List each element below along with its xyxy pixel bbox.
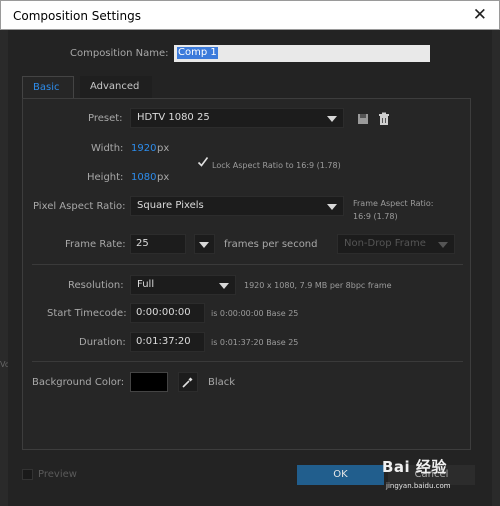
divider [32, 264, 463, 265]
lock-aspect-checkbox[interactable] [197, 156, 209, 168]
eyedropper-button[interactable] [178, 372, 198, 392]
frame-rate-unit: frames per second [224, 239, 318, 250]
preset-value: HDTV 1080 25 [137, 112, 210, 123]
basic-settings-panel [22, 98, 471, 450]
watermark-url: jingyan.baidu.com [386, 482, 451, 490]
start-timecode-info: is 0:00:00:00 Base 25 [211, 309, 299, 318]
resolution-info: 1920 x 1080, 7.9 MB per 8bpc frame [244, 281, 392, 290]
composition-name-input[interactable]: Comp 1 [174, 45, 430, 62]
composition-name-label: Composition Name: [70, 48, 169, 59]
pixel-aspect-value: Square Pixels [137, 200, 204, 211]
trash-icon[interactable] [377, 112, 391, 126]
baidu-watermark: Bai 经验 jingyan.baidu.com [382, 448, 497, 500]
background-window-right [492, 30, 500, 506]
drop-frame-value: Non-Drop Frame [344, 238, 426, 249]
tab-basic[interactable]: Basic [22, 76, 74, 98]
tab-advanced[interactable]: Advanced [80, 76, 152, 98]
preset-dropdown[interactable]: HDTV 1080 25 [130, 108, 344, 128]
background-color-label: Background Color: [32, 377, 125, 388]
divider [32, 361, 463, 362]
resolution-value: Full [137, 279, 155, 290]
background-color-name: Black [208, 377, 236, 388]
pixel-aspect-dropdown[interactable]: Square Pixels [130, 196, 344, 216]
height-unit: px [157, 172, 170, 183]
frame-rate-input[interactable]: 25 [130, 234, 186, 254]
lock-aspect-label: Lock Aspect Ratio to 16:9 (1.78) [212, 161, 341, 170]
height-label: Height: [87, 172, 124, 183]
ok-button[interactable]: OK [297, 465, 384, 485]
resolution-dropdown[interactable]: Full [130, 275, 236, 295]
height-value[interactable]: 1080 [131, 172, 156, 183]
duration-info: is 0:01:37:20 Base 25 [211, 338, 299, 347]
title-bar: Composition Settings ✕ [0, 0, 500, 30]
composition-name-value: Comp 1 [177, 47, 218, 59]
background-window-left: Vo [0, 30, 10, 506]
save-preset-icon[interactable] [356, 112, 370, 126]
duration-input[interactable]: 0:01:37:20 [130, 332, 205, 352]
watermark-brand: Bai 经验 [382, 458, 447, 476]
width-label: Width: [91, 143, 124, 154]
pixel-aspect-label: Pixel Aspect Ratio: [33, 201, 126, 212]
start-timecode-input[interactable]: 0:00:00:00 [130, 303, 205, 323]
preview-checkbox[interactable] [22, 469, 33, 480]
drop-frame-dropdown: Non-Drop Frame [337, 234, 455, 254]
frame-aspect-value: 16:9 (1.78) [353, 212, 398, 221]
chevron-down-icon [199, 242, 209, 248]
chevron-down-icon [327, 204, 337, 210]
preview-label: Preview [38, 469, 77, 480]
start-timecode-label: Start Timecode: [47, 308, 127, 319]
eyedropper-icon [182, 377, 193, 388]
duration-label: Duration: [79, 337, 126, 348]
width-value[interactable]: 1920 [131, 143, 156, 154]
resolution-label: Resolution: [68, 280, 124, 291]
frame-aspect-label: Frame Aspect Ratio: [353, 199, 434, 208]
chevron-down-icon [219, 283, 229, 289]
frame-rate-dropdown[interactable] [194, 234, 215, 254]
width-unit: px [157, 143, 170, 154]
chevron-down-icon [327, 116, 337, 122]
background-color-swatch[interactable] [130, 372, 168, 392]
close-icon[interactable]: ✕ [473, 5, 487, 25]
frame-rate-label: Frame Rate: [65, 239, 126, 250]
preset-label: Preset: [88, 113, 123, 124]
window-title: Composition Settings [13, 9, 141, 23]
chevron-down-icon [438, 242, 448, 248]
